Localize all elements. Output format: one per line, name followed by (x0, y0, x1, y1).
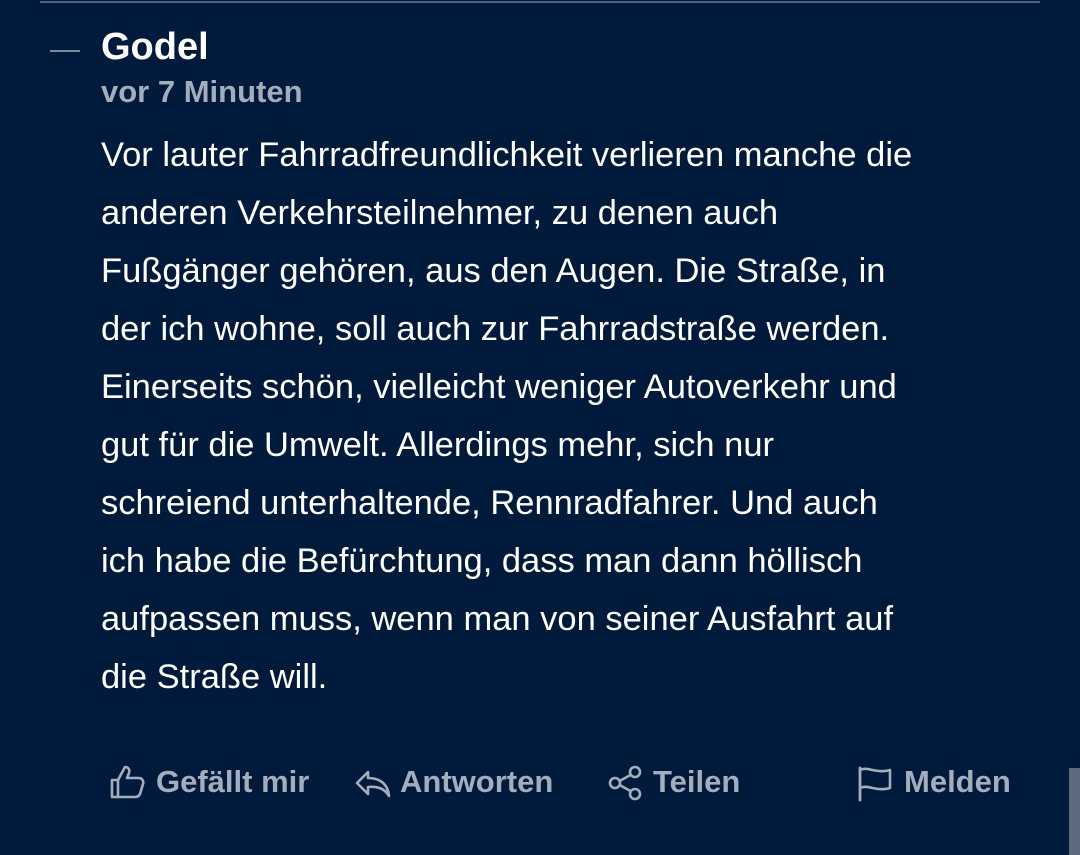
comment-timestamp: vor 7 Minuten (101, 74, 303, 109)
comment-body-line: schreiend unterhaltende, Rennradfahrer. … (101, 484, 878, 522)
like-button[interactable]: Gefällt mir (108, 758, 309, 806)
reply-label: Antworten (400, 764, 554, 799)
scrollbar-thumb[interactable] (1069, 768, 1080, 855)
comment-body-line: ich habe die Befürchtung, dass man dann … (101, 542, 863, 580)
report-label: Melden (904, 764, 1011, 799)
collapse-thread-button[interactable] (50, 50, 80, 52)
comment-body-line: der ich wohne, soll auch zur Fahrradstra… (101, 310, 890, 348)
comment-body-line: die Straße will. (101, 658, 328, 696)
comment-body: Vor lauter Fahrradfreundlichkeit verlier… (101, 126, 1051, 706)
comment-actions: Gefällt mir Antworten Teilen Melden (0, 758, 1080, 806)
share-icon (608, 765, 642, 801)
comment-body-line: gut für die Umwelt. Allerdings mehr, sic… (101, 426, 775, 464)
reply-icon (355, 770, 391, 798)
comment-author[interactable]: Godel (101, 24, 209, 70)
comment-body-line: Vor lauter Fahrradfreundlichkeit verlier… (101, 136, 913, 174)
like-label: Gefällt mir (156, 764, 310, 799)
share-label: Teilen (653, 764, 741, 799)
share-button[interactable]: Teilen (607, 758, 740, 806)
thumbs-up-icon (110, 765, 145, 799)
reply-button[interactable]: Antworten (354, 758, 553, 806)
comment-body-line: Fußgänger gehören, aus den Augen. Die St… (101, 252, 886, 290)
comment-body-line: aufpassen muss, wenn man von seiner Ausf… (101, 600, 894, 638)
flag-icon (858, 766, 892, 802)
comment-body-line: anderen Verkehrsteilnehmer, zu denen auc… (101, 194, 779, 232)
top-divider (40, 1, 1040, 3)
comment-body-line: Einerseits schön, vielleicht weniger Aut… (101, 368, 897, 406)
report-button[interactable]: Melden (856, 758, 1011, 806)
